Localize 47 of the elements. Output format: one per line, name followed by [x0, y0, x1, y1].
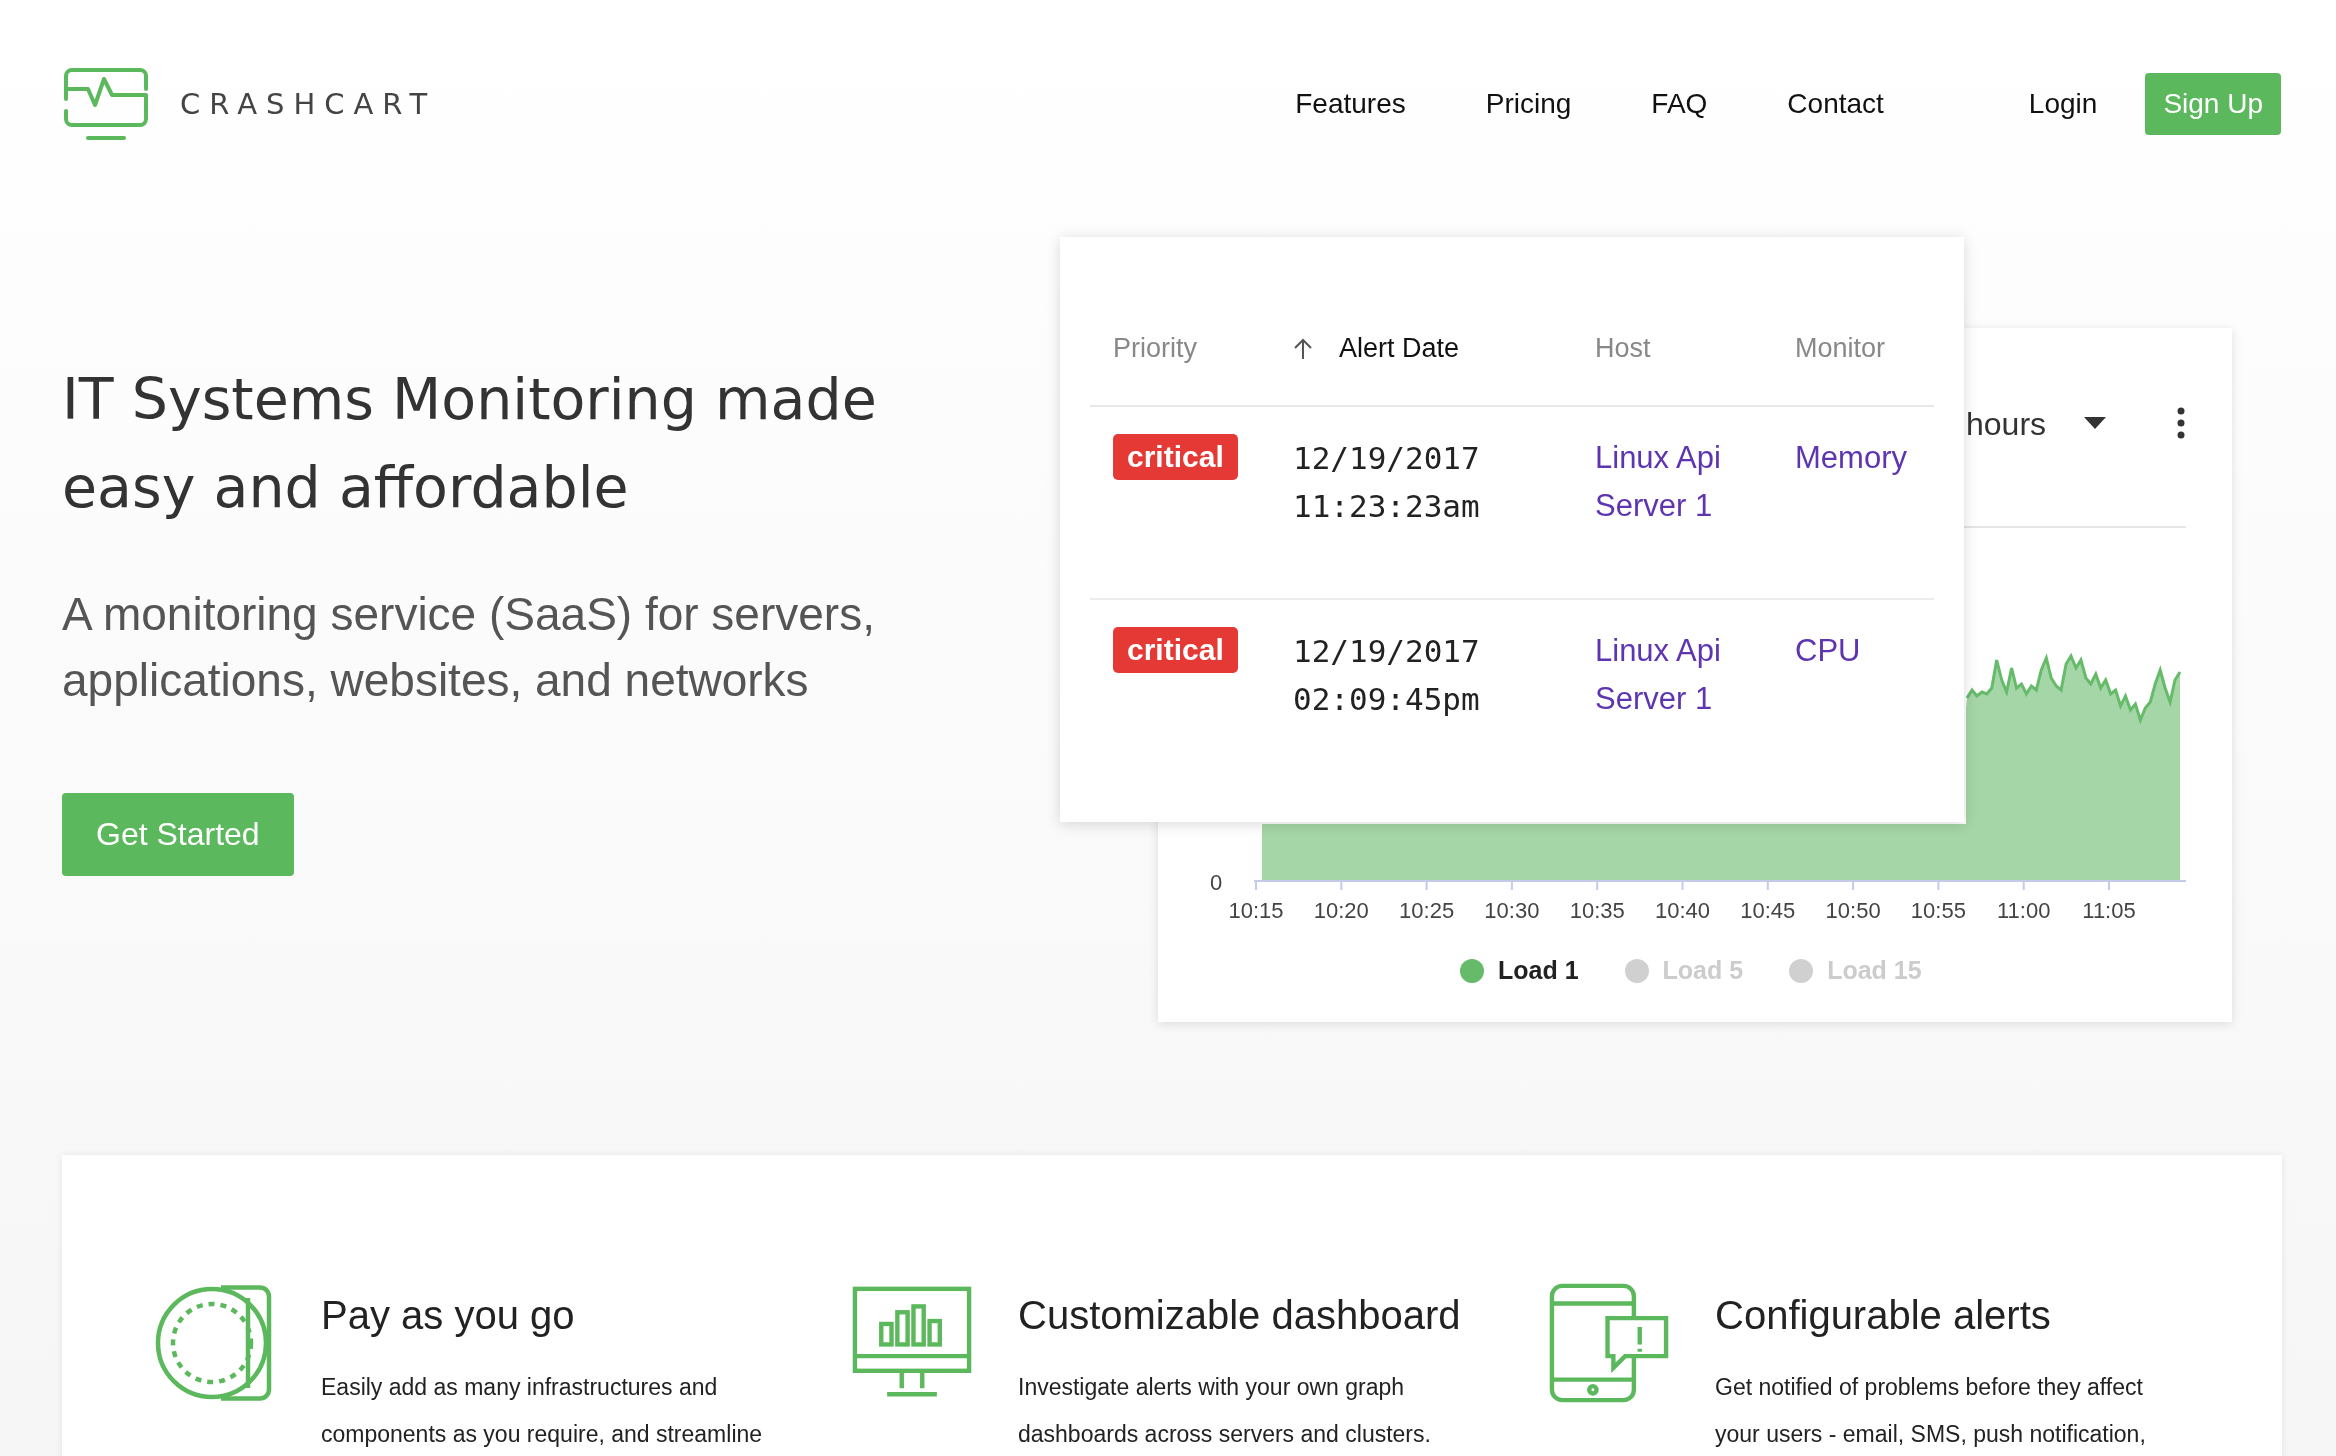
- monitor-link[interactable]: Memory: [1795, 434, 1945, 482]
- nav-link[interactable]: FAQ: [1651, 88, 1708, 120]
- column-header[interactable]: Monitor: [1795, 333, 1934, 364]
- nav-link[interactable]: Login: [2028, 88, 2098, 120]
- axis-tick-label: 10:40: [1654, 898, 1711, 923]
- axis-tick-label: 10:50: [1825, 898, 1881, 923]
- axis-tick-label: 10:55: [1910, 898, 1966, 923]
- column-header[interactable]: Alert Date: [1293, 333, 1595, 364]
- host-link[interactable]: Linux Api Server 1: [1595, 434, 1745, 530]
- feature-text: Investigate alerts with your own graph dashboards across servers and clusters.: [1018, 1373, 1432, 1449]
- axis-tick-label: 11:00: [1997, 898, 2051, 923]
- feature-title: Configurable alerts: [1715, 1293, 2052, 1338]
- caret-icon[interactable]: [2084, 417, 2106, 429]
- axis-tick-label: 10:35: [1569, 898, 1625, 923]
- axis-tick-label: 11:05: [2082, 898, 2136, 923]
- alert-time: 11:23:23am: [1293, 487, 1480, 526]
- alert-date: 12/19/2017: [1293, 632, 1480, 671]
- hero-subtitle: A monitoring service (SaaS) for servers, applications, websites, and networks: [62, 587, 876, 708]
- alert-time: 02:09:45pm: [1293, 680, 1480, 719]
- priority-badge: critical: [1113, 434, 1238, 480]
- tablet-alert-icon: [1549, 1283, 1669, 1403]
- feature-title: Customizable dashboard: [1018, 1293, 1462, 1338]
- priority-badge: critical: [1113, 627, 1238, 673]
- axis-tick-label: 10:20: [1313, 898, 1369, 923]
- monitor-link[interactable]: CPU: [1795, 627, 1945, 675]
- hero-title: IT Systems Monitoring made easy and affordable: [62, 365, 878, 522]
- nav-link[interactable]: Contact: [1787, 88, 1884, 120]
- axis-tick-label: 10:25: [1399, 898, 1455, 923]
- range-label: hours: [1966, 406, 2047, 443]
- feature-text: Easily add as many infrastructures and components as you require, and streamline: [321, 1373, 764, 1449]
- nav-link[interactable]: Features: [1295, 88, 1406, 120]
- feature-title: Pay as you go: [321, 1293, 576, 1338]
- alert-date: 12/19/2017: [1293, 439, 1480, 478]
- axis-tick-label: 10:30: [1484, 898, 1540, 923]
- host-link[interactable]: Linux Api Server 1: [1595, 627, 1745, 723]
- legend-item[interactable]: Load 1: [1460, 956, 1579, 985]
- axis-tick-label: 10:45: [1740, 898, 1796, 923]
- logo-icon: [62, 67, 150, 141]
- column-header[interactable]: Priority: [1113, 333, 1293, 364]
- column-header[interactable]: Host: [1595, 333, 1795, 364]
- sort-arrow-icon: [1293, 337, 1313, 360]
- feature-text: Get notified of problems before they affect your users - email, SMS, push notification,: [1715, 1373, 2147, 1449]
- axis-tick-label: 0: [1209, 870, 1223, 895]
- more-icon[interactable]: [2177, 407, 2185, 439]
- nav-link[interactable]: Pricing: [1485, 88, 1572, 120]
- axis-tick-label: 10:15: [1228, 898, 1284, 923]
- brand-name: CRASHCART: [180, 87, 437, 121]
